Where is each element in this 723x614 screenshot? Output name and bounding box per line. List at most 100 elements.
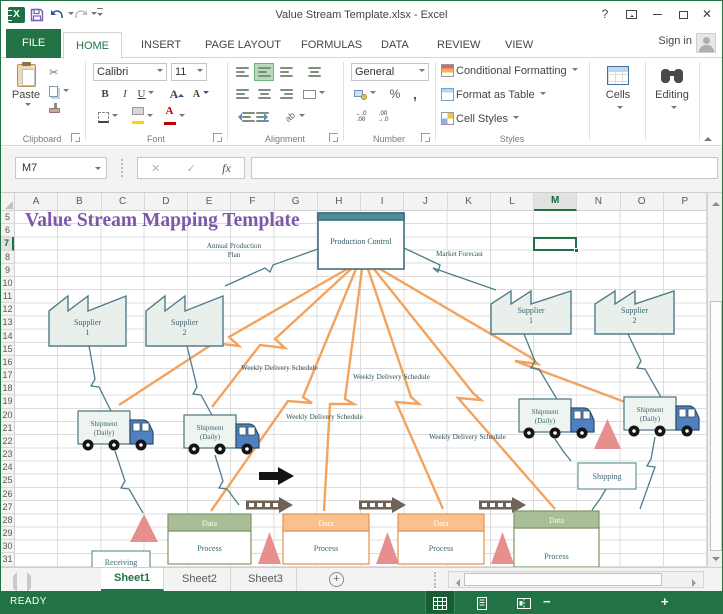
font-size-select[interactable]: 11 (171, 63, 207, 81)
cancel-button[interactable]: ✕ (151, 162, 160, 175)
row-header-7[interactable]: 7 (1, 237, 14, 251)
row-header-23[interactable]: 23 (1, 448, 14, 462)
row-header-19[interactable]: 19 (1, 395, 14, 409)
row-header-20[interactable]: 20 (1, 409, 14, 422)
scroll-down-button[interactable] (710, 557, 722, 565)
percent-style-button[interactable]: % (385, 85, 405, 103)
zoom-out-button[interactable]: − (543, 594, 551, 609)
cell-styles-button[interactable]: Cell Styles (441, 112, 519, 125)
merge-center-button[interactable] (299, 85, 329, 103)
vertical-scrollbar[interactable] (707, 211, 722, 567)
format-painter-button[interactable] (49, 103, 60, 113)
conditional-formatting-button[interactable]: Conditional Formatting (441, 64, 578, 77)
number-dialog-launcher[interactable] (421, 133, 430, 142)
sheet-tab-sheet3[interactable]: Sheet3 (235, 568, 297, 591)
row-header-15[interactable]: 15 (1, 343, 14, 356)
ribbon-display-options-button[interactable] (618, 1, 644, 27)
increase-indent-button[interactable] (254, 108, 274, 126)
column-header-M[interactable]: M (534, 193, 578, 211)
decrease-decimal-button[interactable]: .00 →.0 (373, 108, 393, 126)
tab-view[interactable]: VIEW (493, 32, 545, 58)
row-header-21[interactable]: 21 (1, 422, 14, 435)
italic-button[interactable]: I (115, 85, 135, 103)
zoom-in-button[interactable]: + (661, 594, 669, 609)
name-box[interactable]: M7 (15, 157, 107, 179)
row-header-8[interactable]: 8 (1, 251, 14, 264)
sheet-nav-next-button[interactable] (27, 572, 35, 592)
page-layout-view-button[interactable] (467, 591, 497, 613)
collapse-ribbon-button[interactable] (704, 133, 712, 141)
cells-button[interactable]: Cells (595, 62, 641, 134)
column-header-G[interactable]: G (275, 193, 318, 211)
cut-button[interactable]: ✂ (49, 66, 58, 79)
scroll-up-button[interactable] (707, 193, 722, 211)
row-header-5[interactable]: 5 (1, 211, 14, 225)
alignment-dialog-launcher[interactable] (329, 133, 338, 142)
fill-color-button[interactable] (129, 107, 155, 126)
column-header-A[interactable]: A (15, 193, 59, 211)
decrease-indent-button[interactable] (232, 108, 255, 126)
row-header-11[interactable]: 11 (1, 290, 14, 304)
align-left-button[interactable] (232, 85, 252, 103)
row-header-14[interactable]: 14 (1, 330, 14, 343)
help-button[interactable]: ? (592, 1, 618, 27)
row-header-16[interactable]: 16 (1, 356, 14, 370)
tab-home[interactable]: HOME (63, 32, 122, 59)
column-header-J[interactable]: J (404, 193, 448, 211)
middle-align-button[interactable] (254, 63, 274, 81)
row-header-25[interactable]: 25 (1, 474, 14, 488)
scroll-right-button[interactable] (689, 575, 703, 590)
copy-button[interactable] (49, 86, 69, 97)
row-header-29[interactable]: 29 (1, 527, 14, 541)
paste-dropdown[interactable] (24, 103, 31, 109)
shrink-font-button[interactable]: A (191, 85, 211, 103)
editing-button[interactable]: Editing (649, 62, 695, 134)
row-header-28[interactable]: 28 (1, 514, 14, 528)
font-dialog-launcher[interactable] (213, 133, 222, 142)
paste-button[interactable]: Paste (9, 62, 43, 109)
row-header-30[interactable]: 30 (1, 540, 14, 554)
tab-formulas[interactable]: FORMULAS (289, 32, 374, 58)
wrap-text-button[interactable] (301, 63, 327, 81)
bottom-align-button[interactable] (276, 63, 296, 81)
cells-area[interactable] (15, 211, 707, 567)
row-header-6[interactable]: 6 (1, 224, 14, 238)
clipboard-dialog-launcher[interactable] (71, 133, 80, 142)
format-as-table-button[interactable]: Format as Table (441, 88, 546, 101)
user-avatar-icon[interactable] (696, 33, 716, 53)
column-header-I[interactable]: I (361, 193, 405, 211)
formula-input[interactable] (251, 157, 718, 179)
row-header-12[interactable]: 12 (1, 303, 14, 317)
row-header-22[interactable]: 22 (1, 435, 14, 449)
scroll-left-button[interactable] (449, 575, 463, 590)
column-header-O[interactable]: O (621, 193, 664, 211)
comma-style-button[interactable]: , (405, 85, 425, 103)
borders-button[interactable] (95, 108, 121, 126)
column-header-L[interactable]: L (491, 193, 534, 211)
column-header-H[interactable]: H (318, 193, 361, 211)
horizontal-scroll-thumb[interactable] (464, 573, 662, 586)
sign-in-link[interactable]: Sign in (658, 35, 692, 47)
column-header-C[interactable]: C (102, 193, 145, 211)
font-name-select[interactable]: Calibri (93, 63, 167, 81)
tab-review[interactable]: REVIEW (425, 32, 492, 58)
row-header-10[interactable]: 10 (1, 277, 14, 291)
number-format-select[interactable]: General (351, 63, 429, 81)
row-header-26[interactable]: 26 (1, 488, 14, 501)
sheet-nav-prev-button[interactable] (9, 572, 17, 592)
new-sheet-button[interactable]: + (329, 572, 344, 587)
bold-button[interactable]: B (95, 85, 115, 103)
row-header-18[interactable]: 18 (1, 382, 14, 396)
row-header-13[interactable]: 13 (1, 316, 14, 330)
horizontal-scrollbar[interactable] (448, 571, 704, 588)
enter-button[interactable]: ✓ (187, 162, 196, 175)
sheet-tab-sheet1[interactable]: Sheet1 (101, 568, 165, 591)
column-header-B[interactable]: B (58, 193, 102, 211)
tab-file[interactable]: FILE (6, 29, 62, 58)
row-header-31[interactable]: 31 (1, 553, 14, 567)
column-header-E[interactable]: E (188, 193, 232, 211)
column-header-D[interactable]: D (145, 193, 188, 211)
insert-function-button[interactable]: fx (222, 161, 231, 176)
orientation-button[interactable]: ab (281, 108, 309, 126)
select-all-corner[interactable] (1, 193, 15, 211)
